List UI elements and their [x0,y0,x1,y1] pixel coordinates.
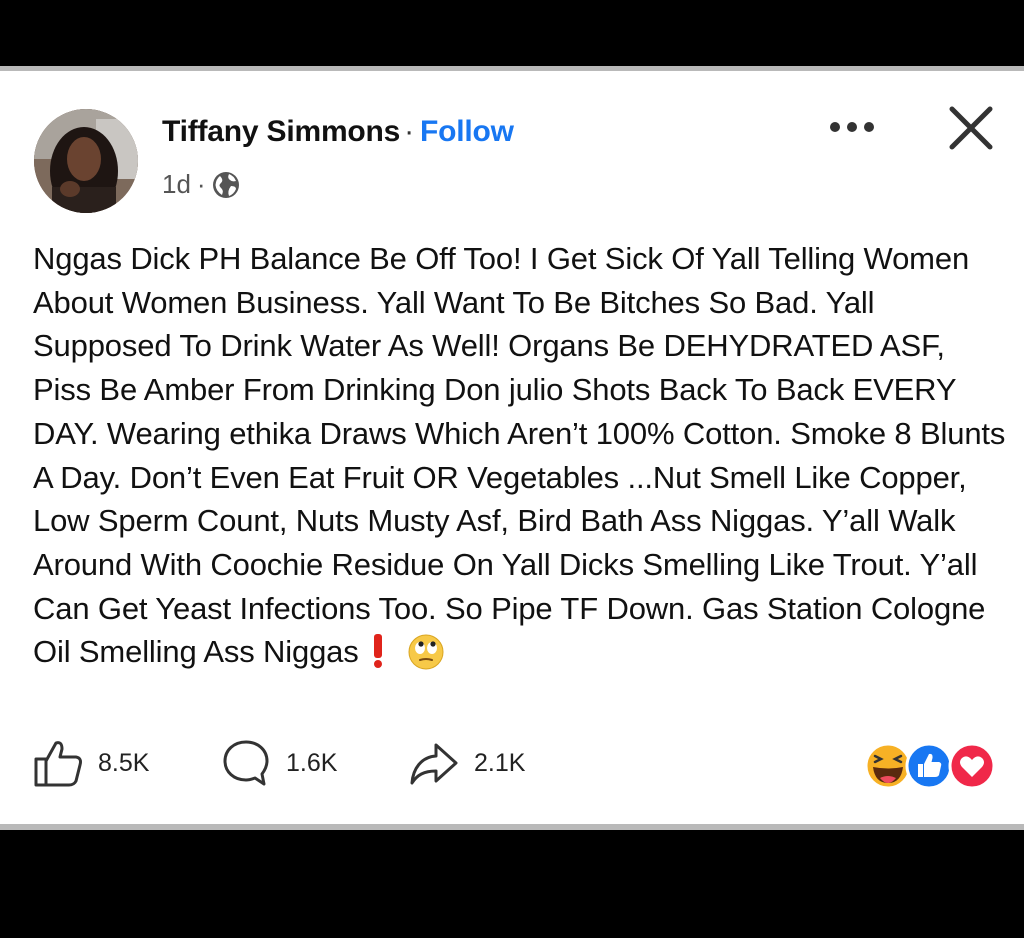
haha-reaction-icon [864,742,912,790]
globe-icon [212,171,239,198]
close-icon[interactable] [944,101,998,155]
eye-roll-emoji-icon [408,634,444,670]
like-reaction-icon [905,742,953,790]
share-icon [410,743,458,785]
avatar-photo [34,109,138,213]
post-text: Nggas Dick PH Balance Be Off Too! I Get … [33,241,1006,670]
like-button[interactable]: 8.5K [32,737,149,789]
like-count: 8.5K [98,748,150,777]
post-card: Tiffany Simmons · Follow 1d · Nggas Dick P… [0,66,1024,830]
more-options-icon[interactable] [830,115,882,139]
share-count: 2.1K [474,748,526,777]
top-black-bar [0,0,1024,66]
share-button[interactable]: 2.1K [408,737,525,789]
more-dot [830,122,840,132]
love-reaction-icon [948,742,996,790]
like-icon [34,741,82,787]
post-meta: 1d · [162,169,240,200]
author-name[interactable]: Tiffany Simmons [162,115,400,148]
comment-icon [223,740,269,786]
more-dot [864,122,874,132]
more-dot [847,122,857,132]
avatar[interactable] [34,109,138,213]
reactions-summary[interactable] [864,741,998,791]
post-header-line: Tiffany Simmons · Follow [162,115,514,149]
header-separator: · [404,115,414,148]
post-timestamp[interactable]: 1d [162,169,191,200]
comment-button[interactable]: 1.6K [220,737,337,789]
bottom-black-bar [0,830,1024,938]
post-body: Nggas Dick PH Balance Be Off Too! I Get … [33,237,1008,674]
red-exclamation-icon [374,634,383,669]
follow-button[interactable]: Follow [420,115,514,148]
comment-count: 1.6K [286,748,338,777]
meta-separator: · [196,169,206,199]
